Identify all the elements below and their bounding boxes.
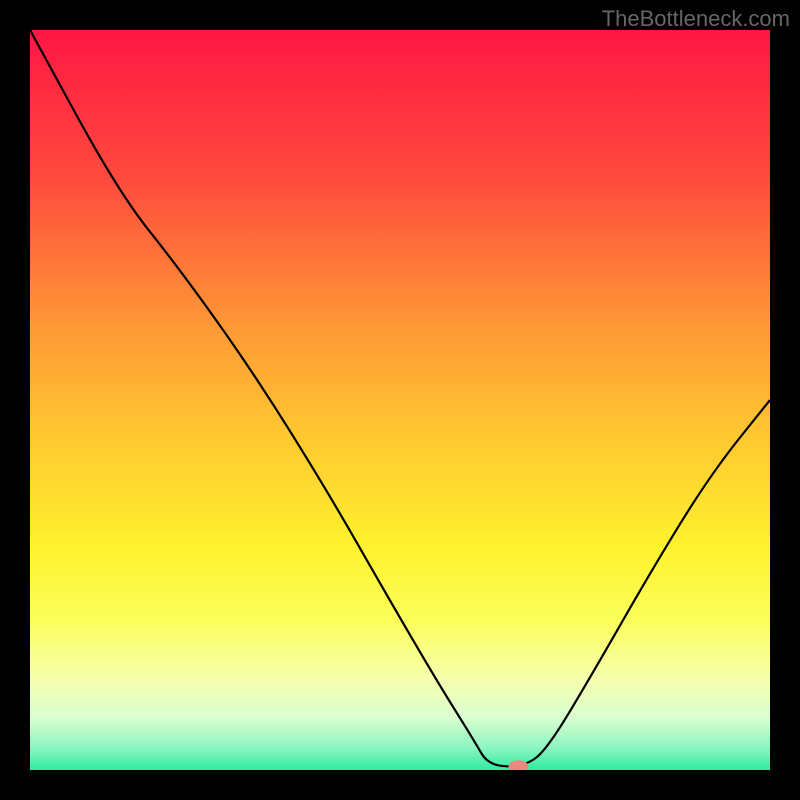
bottleneck-chart xyxy=(30,30,770,770)
chart-svg xyxy=(30,30,770,770)
watermark-text: TheBottleneck.com xyxy=(602,6,790,32)
chart-background xyxy=(30,30,770,770)
